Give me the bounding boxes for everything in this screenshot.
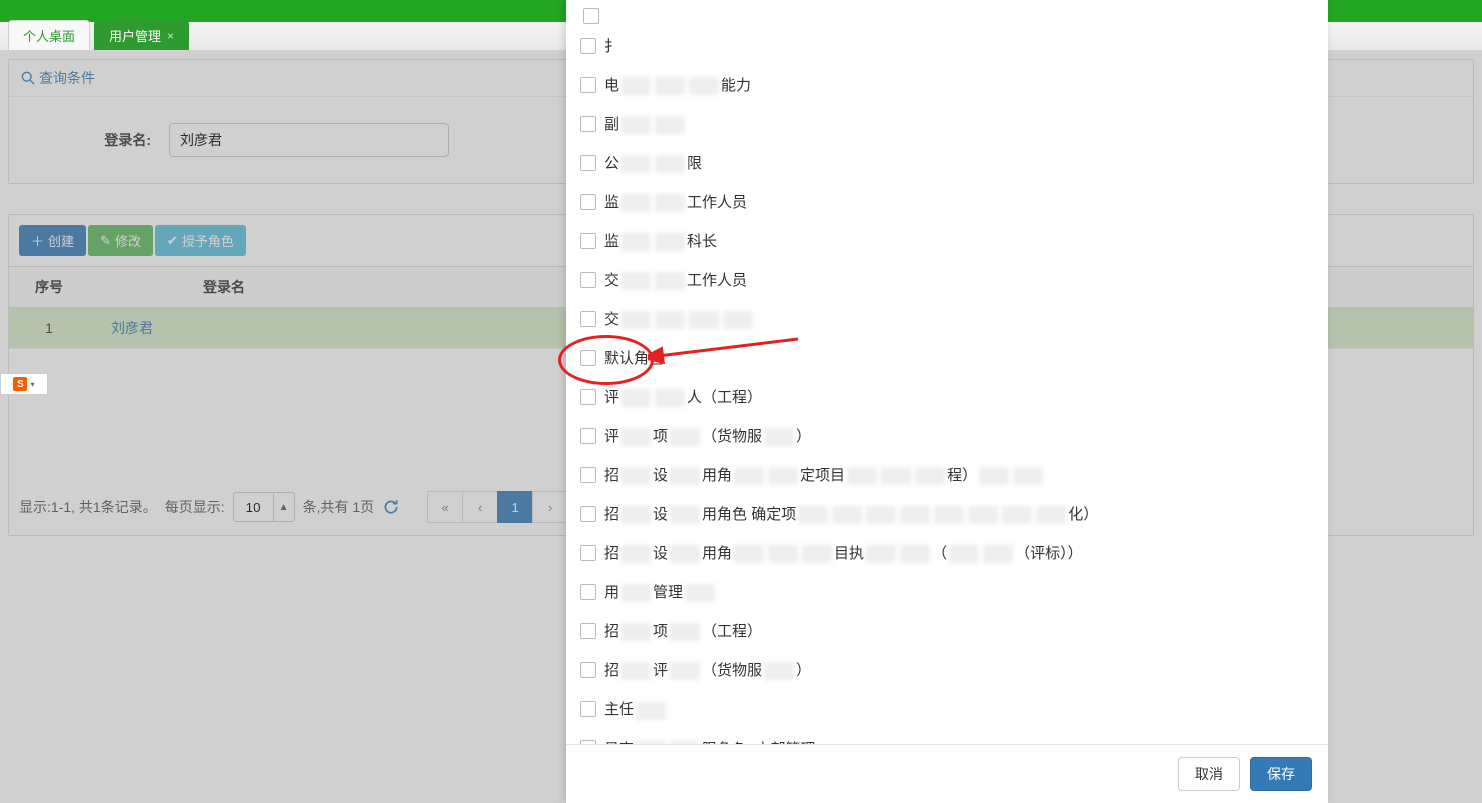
role-item[interactable]: 副 — [580, 104, 1314, 143]
role-item[interactable]: 公限 — [580, 143, 1314, 182]
role-label: 监工作人员 — [604, 191, 747, 212]
role-checkbox[interactable] — [580, 350, 596, 366]
role-checkbox[interactable] — [580, 701, 596, 717]
role-checkbox[interactable] — [580, 77, 596, 93]
role-item[interactable]: 招设用角定项目程） — [580, 455, 1314, 494]
role-checkbox[interactable] — [580, 155, 596, 171]
role-item[interactable]: 招设用角色 确定项化） — [580, 494, 1314, 533]
role-label: 用管理 — [604, 581, 717, 602]
tab-label: 个人桌面 — [23, 26, 75, 45]
role-label: 招设用角定项目程） — [604, 464, 1045, 485]
role-label: 监科长 — [604, 230, 717, 251]
role-item[interactable]: 扌 — [580, 26, 1314, 65]
modal-footer: 取消 保存 — [566, 744, 1328, 803]
role-checkbox[interactable] — [580, 662, 596, 678]
role-label: 交工作人员 — [604, 269, 747, 290]
role-checkbox[interactable] — [580, 38, 596, 54]
assign-role-modal: 扌电能力副公限监工作人员监科长交工作人员交默认角色评人（工程） 评项（货物服） 招设… — [566, 0, 1328, 803]
role-item[interactable]: 最高限角色_内部管理 — [580, 729, 1314, 745]
role-item[interactable]: 招评（货物服） — [580, 650, 1314, 689]
role-item[interactable]: 招项（工程） — [580, 611, 1314, 650]
role-item[interactable]: 监工作人员 — [580, 182, 1314, 221]
role-checkbox[interactable] — [580, 584, 596, 600]
role-checkbox[interactable] — [580, 116, 596, 132]
cancel-button[interactable]: 取消 — [1178, 757, 1240, 791]
role-label: 交 — [604, 308, 755, 329]
role-item[interactable]: 交工作人员 — [580, 260, 1314, 299]
role-checkbox[interactable] — [580, 311, 596, 327]
role-label: 招设用角目执（（评标）） — [604, 542, 1083, 563]
role-item[interactable]: 监科长 — [580, 221, 1314, 260]
role-label: 招设用角色 确定项化） — [604, 503, 1098, 524]
role-item[interactable]: 用管理 — [580, 572, 1314, 611]
role-label: 主任 — [604, 698, 668, 719]
ime-caret-icon: ▾ — [30, 380, 34, 389]
tab-user-management[interactable]: 用户管理 × — [94, 20, 189, 50]
role-checkbox[interactable] — [580, 233, 596, 249]
role-item[interactable]: 默认角色 — [580, 338, 1314, 377]
role-checkbox[interactable] — [580, 623, 596, 639]
role-label: 评人（工程） — [604, 386, 762, 407]
role-list: 扌电能力副公限监工作人员监科长交工作人员交默认角色评人（工程） 评项（货物服） 招设… — [566, 0, 1328, 744]
role-checkbox[interactable] — [580, 389, 596, 405]
role-label: 电能力 — [604, 74, 751, 95]
role-label: 默认角色 — [604, 347, 664, 368]
role-label: 评项（货物服） — [604, 425, 811, 446]
role-label: 招项（工程） — [604, 620, 762, 641]
role-checkbox[interactable] — [580, 506, 596, 522]
role-label: 扌 — [604, 35, 619, 56]
role-item[interactable]: 主任 — [580, 689, 1314, 728]
tab-label: 用户管理 — [109, 26, 161, 45]
role-item[interactable]: 评项（货物服） — [580, 416, 1314, 455]
ime-icon: S — [13, 377, 27, 391]
role-checkbox[interactable] — [580, 467, 596, 483]
role-item[interactable]: 评人（工程） — [580, 377, 1314, 416]
role-label: 副 — [604, 113, 687, 134]
role-checkbox[interactable] — [583, 8, 599, 24]
role-checkbox[interactable] — [580, 194, 596, 210]
role-checkbox[interactable] — [580, 545, 596, 561]
role-item[interactable]: 交 — [580, 299, 1314, 338]
role-checkbox[interactable] — [580, 272, 596, 288]
tab-personal-desktop[interactable]: 个人桌面 — [8, 20, 90, 50]
role-label: 公限 — [604, 152, 702, 173]
role-item[interactable]: 电能力 — [580, 65, 1314, 104]
close-icon[interactable]: × — [167, 29, 174, 43]
role-item[interactable]: 招设用角目执（（评标）） — [580, 533, 1314, 572]
role-checkbox[interactable] — [580, 428, 596, 444]
role-label: 招评（货物服） — [604, 659, 811, 680]
save-button[interactable]: 保存 — [1250, 757, 1312, 791]
ime-floating-widget[interactable]: S ▾ — [0, 373, 48, 395]
